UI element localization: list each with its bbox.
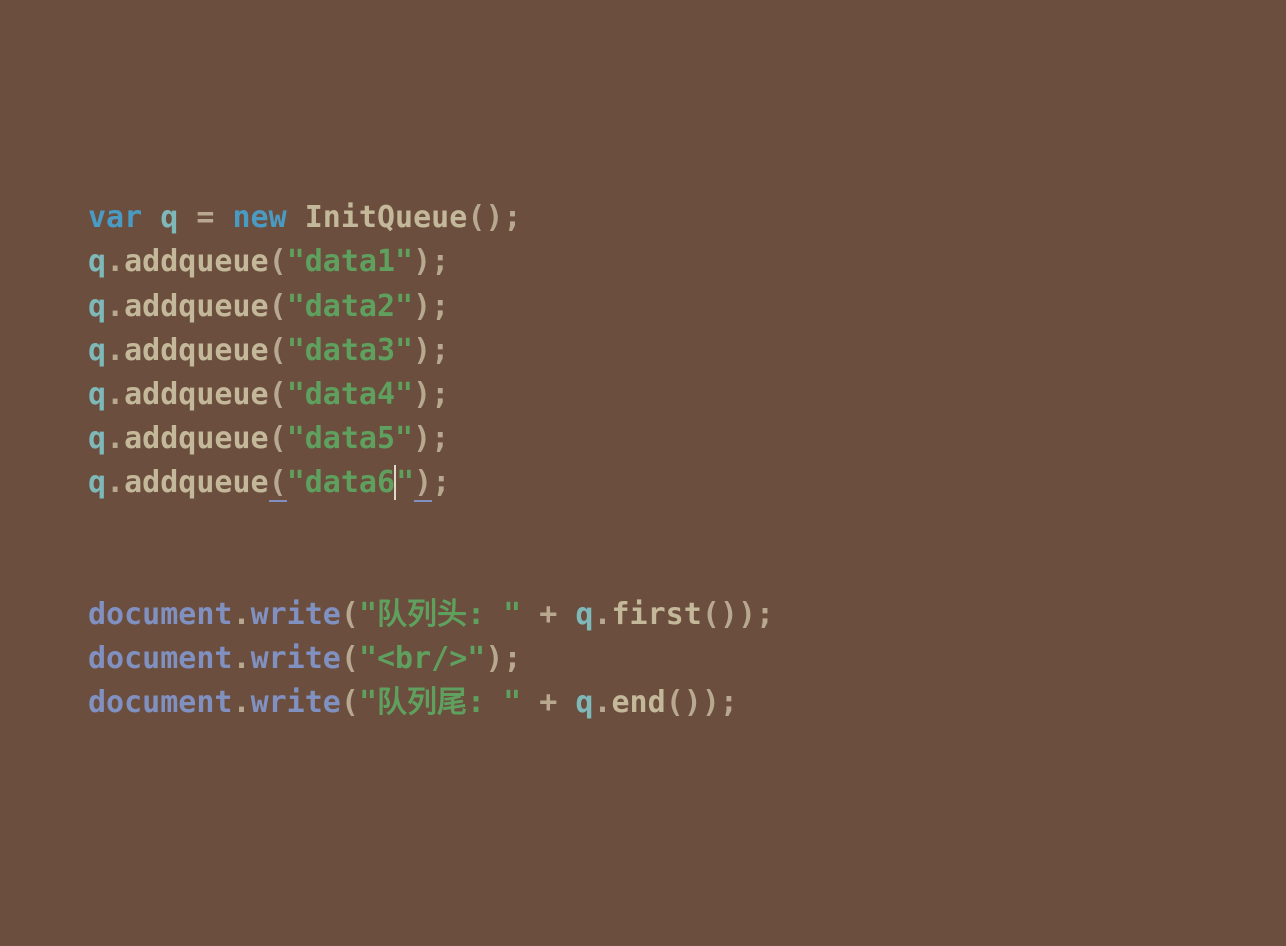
paren-close: ) xyxy=(702,685,720,720)
code-line-5[interactable]: q.addqueue("data4"); xyxy=(88,373,1286,417)
paren-close: ) xyxy=(720,597,738,632)
identifier-q: q xyxy=(88,421,106,456)
dot: . xyxy=(106,289,124,324)
dot: . xyxy=(106,465,124,500)
semicolon: ; xyxy=(756,597,774,632)
code-line-7[interactable]: q.addqueue("data6"); xyxy=(88,461,1286,505)
method-addqueue: addqueue xyxy=(124,465,269,500)
string-literal: "data2" xyxy=(287,289,413,324)
object-document: document xyxy=(88,597,233,632)
semicolon: ; xyxy=(431,377,449,412)
paren-close-matched: ) xyxy=(414,465,432,502)
identifier-q: q xyxy=(88,333,106,368)
paren-close: ) xyxy=(413,244,431,279)
semicolon: ; xyxy=(503,200,521,235)
method-first: first xyxy=(612,597,702,632)
paren-open: ( xyxy=(269,421,287,456)
string-literal: "data5" xyxy=(287,421,413,456)
paren-open: ( xyxy=(666,685,684,720)
semicolon: ; xyxy=(720,685,738,720)
method-write: write xyxy=(251,641,341,676)
paren-open: ( xyxy=(702,597,720,632)
string-literal-part-b: " xyxy=(396,465,414,500)
semicolon: ; xyxy=(432,465,450,500)
dot: . xyxy=(233,597,251,632)
code-line-empty-8[interactable] xyxy=(88,505,1286,549)
dot: . xyxy=(106,333,124,368)
method-write: write xyxy=(251,597,341,632)
identifier-q: q xyxy=(88,289,106,324)
string-literal: "data4" xyxy=(287,377,413,412)
method-addqueue: addqueue xyxy=(124,289,269,324)
object-document: document xyxy=(88,641,233,676)
paren-close: ) xyxy=(413,289,431,324)
paren-open: ( xyxy=(269,289,287,324)
method-addqueue: addqueue xyxy=(124,377,269,412)
string-literal: "data3" xyxy=(287,333,413,368)
code-line-4[interactable]: q.addqueue("data3"); xyxy=(88,329,1286,373)
identifier-q: q xyxy=(88,244,106,279)
dot: . xyxy=(233,685,251,720)
paren-open: ( xyxy=(269,244,287,279)
method-addqueue: addqueue xyxy=(124,421,269,456)
paren-close: ) xyxy=(413,377,431,412)
semicolon: ; xyxy=(431,421,449,456)
code-line-11[interactable]: document.write("<br/>"); xyxy=(88,637,1286,681)
semicolon: ; xyxy=(503,641,521,676)
code-line-6[interactable]: q.addqueue("data5"); xyxy=(88,417,1286,461)
paren-open: ( xyxy=(269,377,287,412)
paren-open-matched: ( xyxy=(269,465,287,502)
identifier-q: q xyxy=(575,597,593,632)
paren-close: ) xyxy=(413,333,431,368)
paren-close: ) xyxy=(684,685,702,720)
string-literal: "队列尾: " xyxy=(359,685,521,720)
method-end: end xyxy=(612,685,666,720)
paren-open: ( xyxy=(467,200,485,235)
dot: . xyxy=(106,244,124,279)
function-initqueue: InitQueue xyxy=(305,200,468,235)
semicolon: ; xyxy=(431,289,449,324)
method-addqueue: addqueue xyxy=(124,333,269,368)
identifier-q: q xyxy=(88,377,106,412)
string-literal: "data1" xyxy=(287,244,413,279)
operator-plus: + xyxy=(539,597,557,632)
semicolon: ; xyxy=(431,244,449,279)
identifier-q: q xyxy=(88,465,106,500)
dot: . xyxy=(233,641,251,676)
identifier-q: q xyxy=(575,685,593,720)
keyword-new: new xyxy=(233,200,287,235)
code-line-empty-9[interactable] xyxy=(88,549,1286,593)
identifier-q: q xyxy=(160,200,178,235)
code-line-2[interactable]: q.addqueue("data1"); xyxy=(88,240,1286,284)
operator-plus: + xyxy=(539,685,557,720)
code-editor[interactable]: var q = new InitQueue();q.addqueue("data… xyxy=(88,196,1286,725)
code-line-1[interactable]: var q = new InitQueue(); xyxy=(88,196,1286,240)
method-addqueue: addqueue xyxy=(124,244,269,279)
dot: . xyxy=(106,421,124,456)
paren-close: ) xyxy=(485,641,503,676)
paren-close: ) xyxy=(738,597,756,632)
string-literal: "<br/>" xyxy=(359,641,485,676)
semicolon: ; xyxy=(431,333,449,368)
method-write: write xyxy=(251,685,341,720)
paren-open: ( xyxy=(341,597,359,632)
paren-open: ( xyxy=(341,641,359,676)
object-document: document xyxy=(88,685,233,720)
dot: . xyxy=(593,685,611,720)
keyword-var: var xyxy=(88,200,142,235)
string-literal: "队列头: " xyxy=(359,597,521,632)
paren-open: ( xyxy=(341,685,359,720)
paren-close: ) xyxy=(485,200,503,235)
code-line-3[interactable]: q.addqueue("data2"); xyxy=(88,285,1286,329)
string-literal-part-a: "data6 xyxy=(287,465,395,500)
code-line-12[interactable]: document.write("队列尾: " + q.end()); xyxy=(88,681,1286,725)
paren-close: ) xyxy=(413,421,431,456)
code-line-10[interactable]: document.write("队列头: " + q.first()); xyxy=(88,593,1286,637)
paren-open: ( xyxy=(269,333,287,368)
operator-equals: = xyxy=(196,200,214,235)
dot: . xyxy=(106,377,124,412)
dot: . xyxy=(593,597,611,632)
